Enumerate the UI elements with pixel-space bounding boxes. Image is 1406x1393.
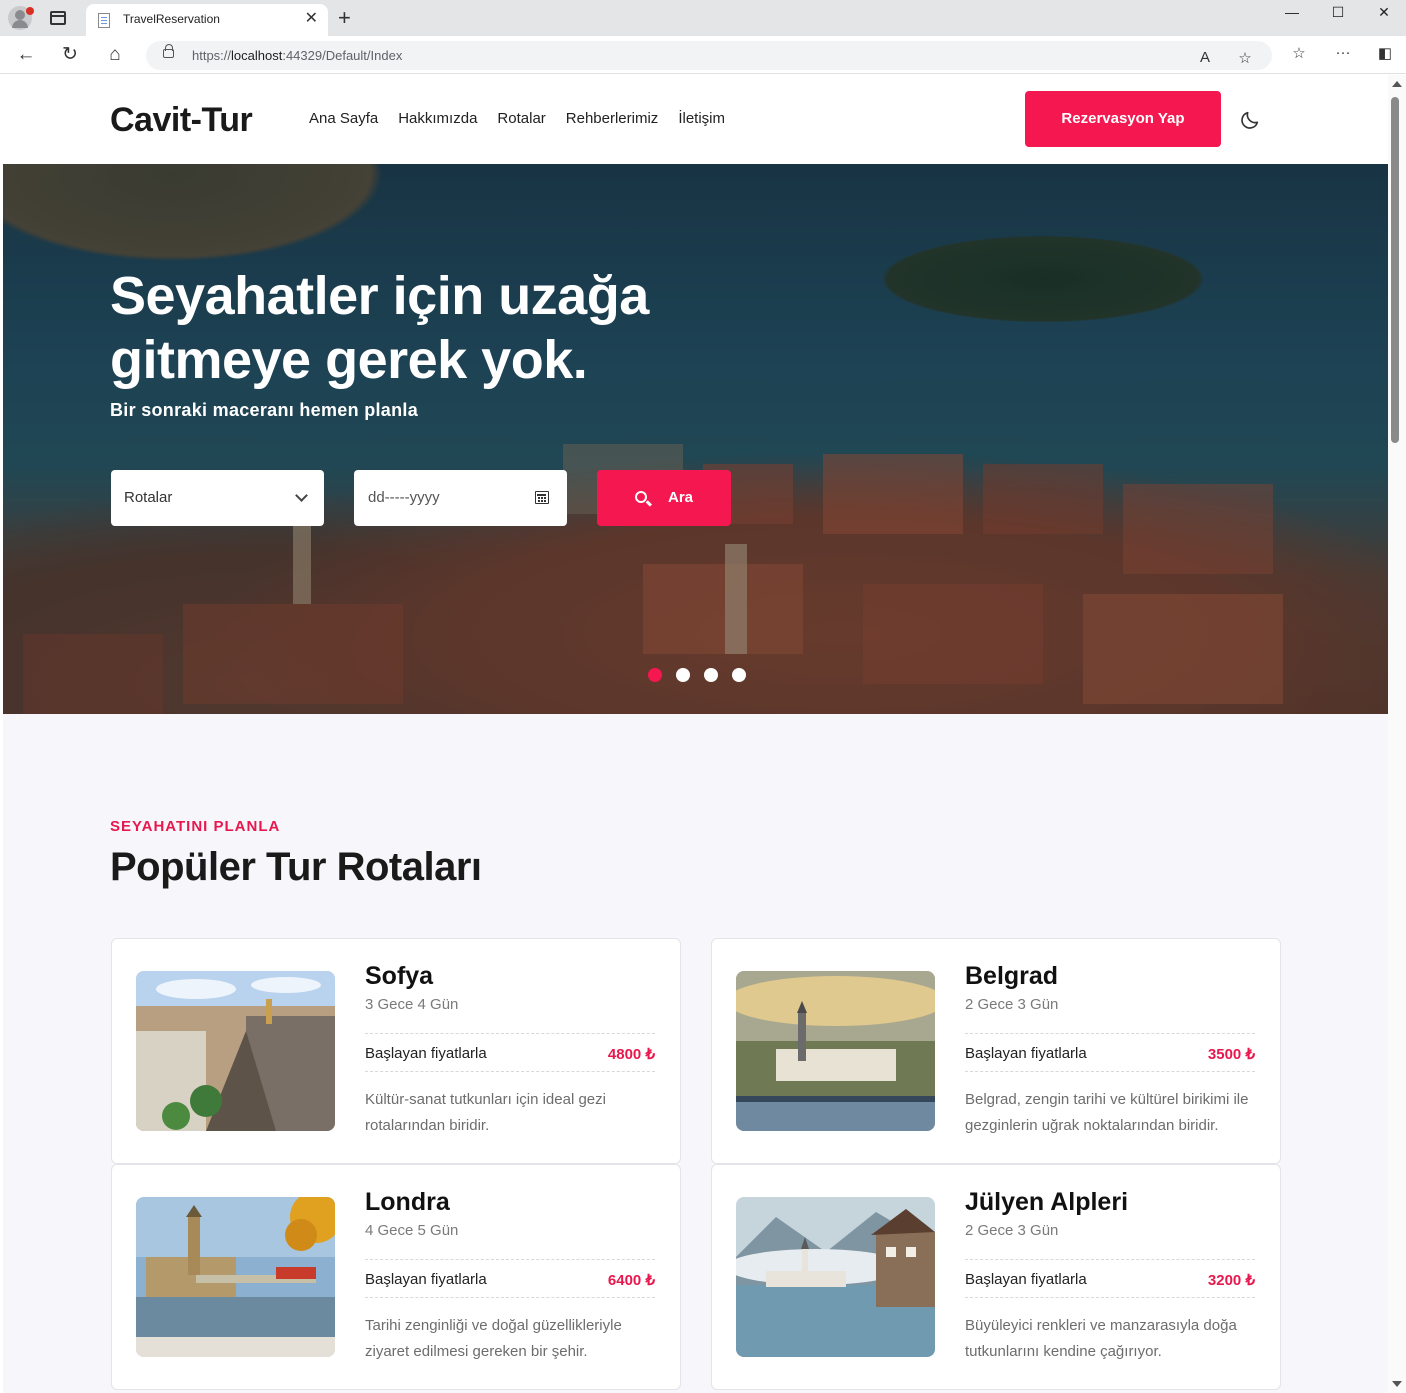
route-select-value: Rotalar [124, 489, 173, 506]
price-label: Başlayan fiyatlarla [965, 1271, 1087, 1288]
tour-name: Sofya [365, 962, 434, 990]
scroll-down-arrow-icon[interactable] [1392, 1381, 1402, 1387]
carousel-dot-3[interactable] [704, 668, 718, 682]
tab-title: TravelReservation [123, 12, 220, 26]
chevron-down-icon [295, 489, 308, 502]
tour-image-sofya [136, 971, 335, 1131]
search-icon [635, 491, 647, 503]
tour-name: Jülyen Alpleri [965, 1188, 1129, 1216]
tab-close-icon[interactable]: ✕ [305, 10, 318, 28]
carousel-dot-2[interactable] [676, 668, 690, 682]
search-button[interactable]: Ara [597, 470, 731, 526]
tour-price-row: Başlayan fiyatlarla 6400 ₺ [365, 1259, 655, 1298]
tour-description: Tarihi zenginliği ve doğal güzellikleriy… [365, 1317, 622, 1360]
calendar-icon[interactable] [535, 491, 549, 504]
section-kicker: SEYAHATINI PLANLA [110, 818, 281, 835]
maximize-icon[interactable]: ☐ [1328, 4, 1348, 21]
browser-address-bar: ← ↻ ⌂ https://localhost:44329/Default/In… [0, 36, 1406, 74]
nav-link-routes[interactable]: Rotalar [497, 110, 545, 127]
tour-price-row: Başlayan fiyatlarla 3500 ₺ [965, 1033, 1255, 1072]
tour-card-sofya[interactable]: Sofya 3 Gece 4 Gün Başlayan fiyatlarla 4… [111, 938, 681, 1164]
hero-subtitle: Bir sonraki maceranı hemen planla [110, 400, 419, 420]
back-icon[interactable]: ← [14, 43, 38, 67]
tour-description: Belgrad, zengin tarihi ve kültürel birik… [965, 1091, 1249, 1134]
site-logo[interactable]: Cavit-Tur [110, 101, 253, 140]
nav-link-about[interactable]: Hakkımızda [398, 110, 477, 127]
price-label: Başlayan fiyatlarla [365, 1271, 487, 1288]
tour-duration: 2 Gece 3 Gün [965, 996, 1059, 1013]
page-content: Cavit-Tur Ana Sayfa Hakkımızda Rotalar R… [3, 75, 1388, 1393]
tab-actions-icon[interactable] [50, 11, 66, 25]
home-icon[interactable]: ⌂ [103, 43, 127, 67]
profile-notification-dot [26, 7, 34, 15]
new-tab-button[interactable]: + [338, 6, 351, 30]
hero-overlay [3, 164, 1388, 714]
tour-image-julyen-alpleri [736, 1197, 935, 1357]
lock-icon[interactable] [163, 44, 174, 58]
section-title: Popüler Tur Rotaları [110, 845, 482, 889]
tour-card-julyen-alpleri[interactable]: Jülyen Alpleri 2 Gece 3 Gün Başlayan fiy… [711, 1164, 1281, 1390]
nav-link-contact[interactable]: İletişim [678, 110, 725, 127]
tour-price-row: Başlayan fiyatlarla 3200 ₺ [965, 1259, 1255, 1298]
tour-card-belgrad[interactable]: Belgrad 2 Gece 3 Gün Başlayan fiyatlarla… [711, 938, 1281, 1164]
tour-name: Londra [365, 1188, 450, 1216]
date-input[interactable]: dd-----yyyy [354, 470, 567, 526]
price-value: 3200 ₺ [1207, 1272, 1255, 1289]
main-nav: Ana Sayfa Hakkımızda Rotalar Rehberlerim… [309, 110, 725, 127]
nav-link-home[interactable]: Ana Sayfa [309, 110, 378, 127]
date-placeholder: dd-----yyyy [368, 489, 440, 506]
hero-title: Seyahatler için uzağa gitmeye gerek yok. [110, 266, 649, 390]
read-aloud-icon[interactable]: A [1194, 49, 1216, 66]
sidebar-icon[interactable]: ◧ [1374, 44, 1396, 62]
tour-description: Büyüleyici renkleri ve manzarasıyla doğa… [965, 1317, 1237, 1360]
carousel-indicators [648, 668, 746, 682]
carousel-dot-1[interactable] [648, 668, 662, 682]
tour-name: Belgrad [965, 962, 1059, 990]
reservation-button[interactable]: Rezervasyon Yap [1025, 91, 1221, 147]
search-button-label: Ara [668, 489, 694, 506]
tour-description: Kültür-sanat tutkunları için ideal gezi … [365, 1091, 606, 1134]
favorite-star-icon[interactable]: ☆ [1234, 49, 1256, 67]
more-options-icon[interactable]: ··· [1332, 44, 1354, 61]
url-input[interactable]: https://localhost:44329/Default/Index A … [146, 41, 1272, 70]
site-header: Cavit-Tur Ana Sayfa Hakkımızda Rotalar R… [3, 75, 1388, 164]
tour-image-belgrad [736, 971, 935, 1131]
price-value: 6400 ₺ [607, 1272, 655, 1289]
refresh-icon[interactable]: ↻ [58, 43, 82, 67]
tour-duration: 2 Gece 3 Gün [965, 1222, 1059, 1239]
price-value: 3500 ₺ [1207, 1046, 1255, 1063]
nav-link-guides[interactable]: Rehberlerimiz [566, 110, 659, 127]
tour-image-londra [136, 1197, 335, 1357]
tour-card-londra[interactable]: Londra 4 Gece 5 Gün Başlayan fiyatlarla … [111, 1164, 681, 1390]
tour-duration: 4 Gece 5 Gün [365, 1222, 459, 1239]
price-label: Başlayan fiyatlarla [965, 1045, 1087, 1062]
browser-tab-bar: TravelReservation ✕ + — ☐ ✕ [0, 0, 1406, 36]
browser-tab-active[interactable]: TravelReservation ✕ [86, 4, 328, 36]
price-value: 4800 ₺ [607, 1046, 655, 1063]
hero-carousel: Seyahatler için uzağa gitmeye gerek yok.… [3, 164, 1388, 714]
close-window-icon[interactable]: ✕ [1374, 4, 1394, 21]
url-text: https://localhost:44329/Default/Index [192, 48, 403, 63]
carousel-dot-4[interactable] [732, 668, 746, 682]
tour-duration: 3 Gece 4 Gün [365, 996, 459, 1013]
price-label: Başlayan fiyatlarla [365, 1045, 487, 1062]
scroll-thumb[interactable] [1391, 97, 1399, 443]
page-favicon-icon [98, 13, 110, 28]
page-scrollbar[interactable] [1388, 75, 1406, 1393]
favorites-icon[interactable]: ☆ [1288, 44, 1310, 62]
scroll-up-arrow-icon[interactable] [1392, 81, 1402, 87]
route-select[interactable]: Rotalar [111, 470, 324, 526]
minimize-icon[interactable]: — [1282, 4, 1302, 20]
tour-price-row: Başlayan fiyatlarla 4800 ₺ [365, 1033, 655, 1072]
moon-icon[interactable] [1239, 109, 1261, 131]
